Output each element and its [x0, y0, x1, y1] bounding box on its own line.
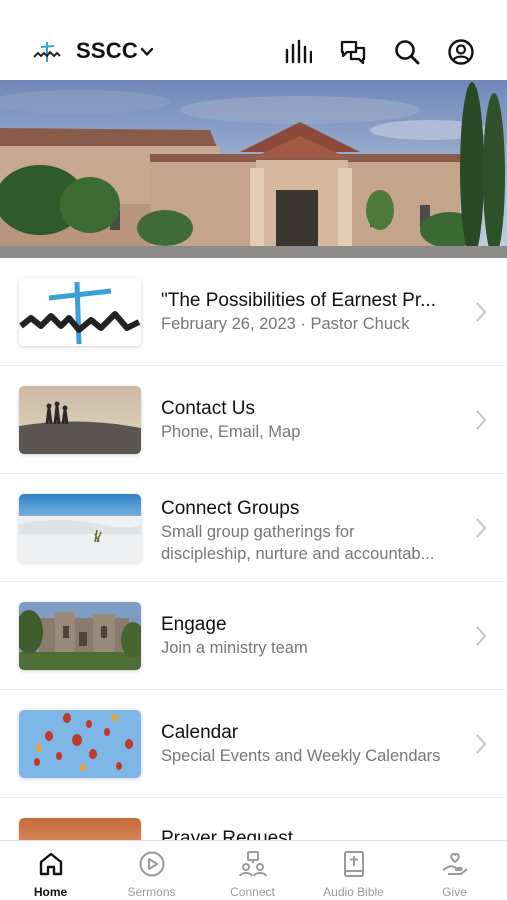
item-subtitle: Phone, Email, Map: [161, 423, 301, 441]
tab-home[interactable]: Home: [0, 841, 101, 900]
tab-sermons[interactable]: Sermons: [101, 841, 202, 900]
bottom-tab-bar: Home Sermons Connect Audio Bible Give: [0, 840, 507, 900]
church-logo-thumbnail: [19, 278, 141, 346]
chevron-right-icon: [476, 626, 487, 646]
bible-icon: [344, 851, 364, 877]
list-item[interactable]: Calendar Special Events and Weekly Calen…: [0, 690, 507, 798]
audio-bars-icon[interactable]: [284, 38, 312, 66]
people-on-dune-thumbnail: [19, 386, 141, 454]
tab-label: Sermons: [127, 885, 176, 899]
chevron-right-icon: [476, 410, 487, 430]
chevron-right-icon: [476, 734, 487, 754]
tab-give[interactable]: Give: [404, 841, 505, 900]
item-subtitle: Special Events and Weekly Calendars: [161, 747, 441, 765]
item-title: "The Possibilities of Earnest Pr...: [161, 290, 436, 311]
church-building-illustration: [0, 80, 507, 258]
tab-connect[interactable]: Connect: [202, 841, 303, 900]
chevron-right-icon: [476, 302, 487, 322]
app-header: SSCC: [0, 0, 507, 80]
item-title: Prayer Request: [161, 828, 294, 840]
list-item[interactable]: Contact Us Phone, Email, Map: [0, 366, 507, 474]
play-icon: [139, 851, 165, 877]
search-icon[interactable]: [393, 38, 421, 66]
item-subtitle-line2: discipleship, nurture and accountab...: [161, 545, 435, 563]
org-name[interactable]: SSCC: [76, 38, 138, 64]
give-icon: [442, 852, 468, 875]
logo-icon[interactable]: [33, 40, 61, 64]
list-item[interactable]: "The Possibilities of Earnest Pr... Febr…: [0, 258, 507, 366]
hot-air-balloons-thumbnail: [19, 710, 141, 778]
people-icon: [239, 851, 267, 877]
chevron-down-icon[interactable]: [140, 45, 154, 59]
item-title: Contact Us: [161, 398, 255, 419]
tab-label: Home: [33, 885, 68, 899]
item-subtitle: Join a ministry team: [161, 639, 308, 657]
chevron-right-icon: [476, 518, 487, 538]
list-item[interactable]: Connect Groups Small group gatherings fo…: [0, 474, 507, 582]
list-item[interactable]: Prayer Request: [0, 798, 507, 840]
list-item[interactable]: Engage Join a ministry team: [0, 582, 507, 690]
tab-label: Audio Bible: [323, 885, 384, 899]
mission-ruins-thumbnail: [19, 602, 141, 670]
item-title: Connect Groups: [161, 498, 300, 519]
home-icon: [39, 852, 63, 876]
tab-label: Give: [442, 885, 467, 899]
item-subtitle: Small group gatherings for: [161, 523, 355, 541]
tab-audio-bible[interactable]: Audio Bible: [303, 841, 404, 900]
hero-church-photo: [0, 80, 507, 258]
profile-icon[interactable]: [447, 38, 475, 66]
sunset-thumbnail: [19, 818, 141, 840]
item-subtitle: February 26, 2023 · Pastor Chuck: [161, 315, 410, 333]
tab-label: Connect: [230, 885, 275, 899]
white-sands-thumbnail: [19, 494, 141, 562]
item-title: Engage: [161, 614, 227, 635]
messages-icon[interactable]: [339, 38, 367, 66]
item-title: Calendar: [161, 722, 239, 743]
content-list: "The Possibilities of Earnest Pr... Febr…: [0, 258, 507, 840]
